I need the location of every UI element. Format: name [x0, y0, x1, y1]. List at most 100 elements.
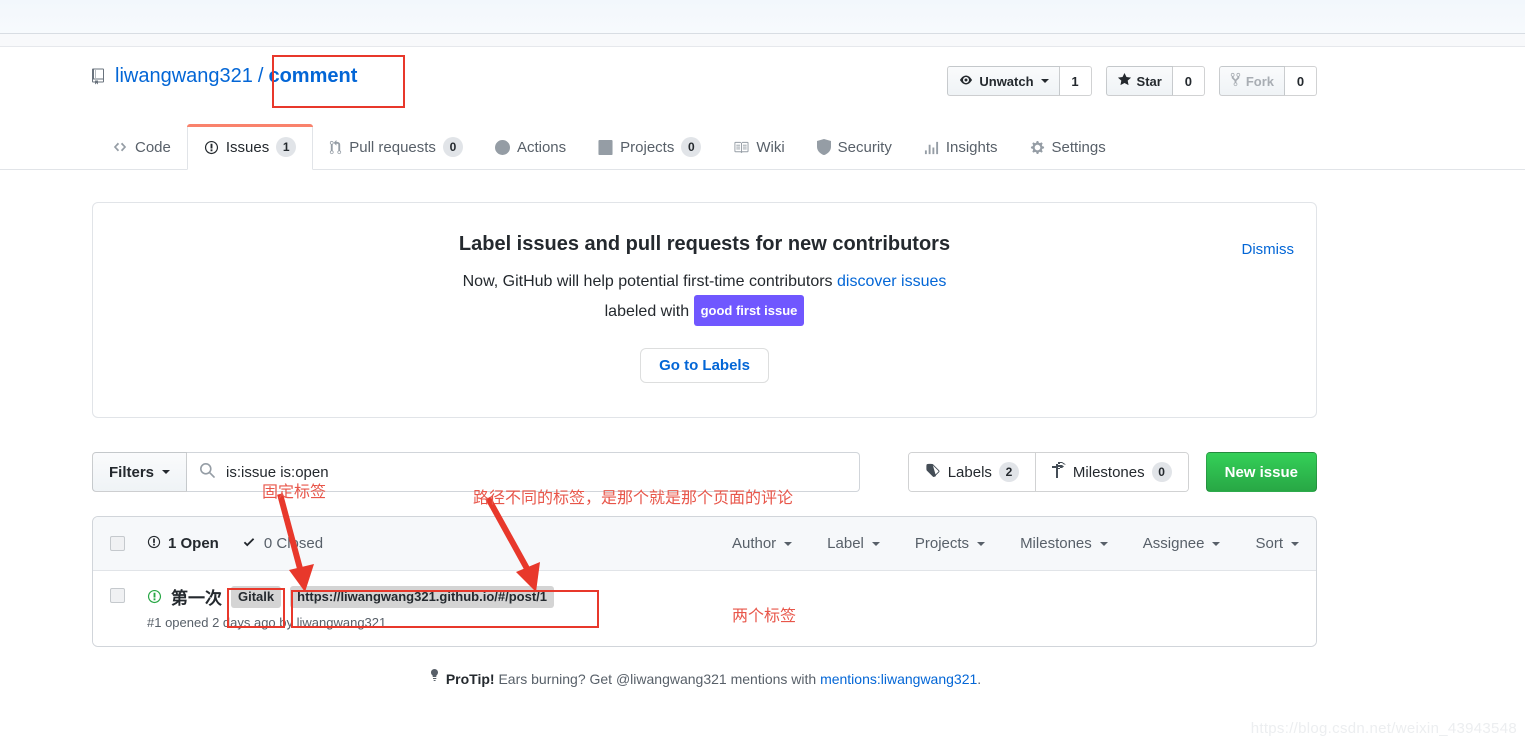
discover-issues-link[interactable]: discover issues — [837, 273, 946, 290]
search-field-wrapper — [187, 452, 860, 492]
label-dropdown[interactable]: Label — [827, 535, 880, 552]
tab-actions[interactable]: Actions — [479, 124, 582, 170]
repo-name-link[interactable]: comment — [268, 65, 357, 88]
table-row: 第一次 Gitalk https://liwangwang321.github.… — [93, 571, 1316, 646]
tab-wiki[interactable]: Wiki — [717, 124, 800, 170]
label-dropdown-label: Label — [827, 535, 864, 552]
check-icon — [241, 535, 257, 553]
tab-security[interactable]: Security — [801, 124, 908, 170]
filters-search-group: Filters — [92, 452, 860, 492]
milestones-button[interactable]: Milestones 0 — [1034, 453, 1188, 491]
banner-title: Label issues and pull requests for new c… — [458, 233, 951, 255]
light-bulb-icon — [428, 669, 440, 688]
projects-dropdown[interactable]: Projects — [915, 535, 986, 552]
issues-list-header: 1 Open 0 Closed Author Label Projects Mi… — [93, 517, 1316, 571]
main-container: Dismiss Label issues and pull requests f… — [92, 202, 1317, 688]
unwatch-button[interactable]: Unwatch — [947, 66, 1060, 96]
issue-row-content: 第一次 Gitalk https://liwangwang321.github.… — [147, 584, 1299, 630]
labels-button[interactable]: Labels 2 — [908, 453, 1035, 491]
milestones-count: 0 — [1151, 462, 1172, 482]
assignee-dropdown-label: Assignee — [1142, 535, 1205, 552]
banner-line1-text: Now, GitHub will help potential first-ti… — [462, 273, 837, 290]
issue-title-line: 第一次 Gitalk https://liwangwang321.github.… — [147, 584, 1299, 609]
issue-opened-icon — [204, 140, 219, 155]
watch-count[interactable]: 1 — [1059, 66, 1092, 96]
repo-title: liwangwang321 / comment — [92, 65, 357, 88]
fork-button[interactable]: Fork — [1218, 66, 1285, 96]
filters-dropdown-button[interactable]: Filters — [92, 452, 188, 492]
open-issues-filter[interactable]: 1 Open — [147, 535, 219, 553]
fork-icon — [1230, 72, 1241, 90]
tab-code[interactable]: Code — [96, 124, 187, 170]
issue-label-url[interactable]: https://liwangwang321.github.io/#/post/1 — [290, 585, 555, 608]
labels-milestones-group: Labels 2 Milestones 0 — [907, 452, 1189, 492]
unwatch-label: Unwatch — [979, 73, 1034, 89]
tab-insights-label: Insights — [945, 138, 998, 156]
banner-body: Now, GitHub will help potential first-ti… — [117, 268, 1292, 326]
issues-filter-dropdowns: Author Label Projects Milestones Assigne… — [732, 535, 1299, 552]
browser-top-strip-lower — [0, 34, 1525, 47]
graph-icon — [924, 140, 939, 155]
protip-suffix: . — [977, 670, 982, 687]
star-button-group: Star 0 — [1105, 66, 1205, 96]
issue-opened-icon — [147, 535, 161, 553]
chevron-down-icon — [1212, 541, 1221, 546]
issue-label-gitalk[interactable]: Gitalk — [231, 585, 282, 608]
repo-nav-inner: Code Issues 1 Pull requests 0 Actions Pr… — [96, 124, 1122, 170]
tab-pull-requests-count: 0 — [442, 137, 463, 157]
fork-button-group: Fork 0 — [1218, 66, 1317, 96]
good-first-issue-label[interactable]: good first issue — [693, 295, 805, 326]
issue-meta: #1 opened 2 days ago by liwangwang321 — [147, 615, 387, 630]
protip: ProTip! Ears burning? Get @liwangwang321… — [92, 669, 1317, 688]
play-icon — [494, 139, 510, 155]
repo-owner-link[interactable]: liwangwang321 — [115, 65, 253, 88]
tab-code-label: Code — [135, 138, 171, 156]
tab-wiki-label: Wiki — [756, 138, 785, 156]
tab-pull-requests[interactable]: Pull requests 0 — [313, 124, 479, 170]
tab-projects-count: 0 — [681, 137, 702, 157]
closed-issues-filter[interactable]: 0 Closed — [241, 535, 323, 553]
tab-insights[interactable]: Insights — [908, 124, 1014, 170]
watch-button-group: Unwatch 1 — [947, 66, 1092, 96]
select-all-checkbox[interactable] — [110, 536, 125, 551]
gear-icon — [1030, 140, 1045, 155]
issues-list: 1 Open 0 Closed Author Label Projects Mi… — [92, 516, 1317, 647]
tab-issues-count: 1 — [276, 137, 297, 157]
star-button[interactable]: Star — [1105, 66, 1173, 96]
assignee-dropdown[interactable]: Assignee — [1143, 535, 1221, 552]
github-issues-page: liwangwang321 / comment Unwatch 1 Star 0… — [0, 0, 1525, 745]
new-issue-button[interactable]: New issue — [1205, 452, 1317, 492]
chevron-down-icon — [162, 470, 171, 474]
tab-settings[interactable]: Settings — [1014, 124, 1122, 170]
dismiss-link[interactable]: Dismiss — [1242, 241, 1295, 258]
eye-icon — [958, 74, 974, 89]
sort-dropdown-label: Sort — [1255, 535, 1283, 552]
protip-link[interactable]: mentions:liwangwang321 — [820, 671, 977, 687]
go-to-labels-button[interactable]: Go to Labels — [640, 348, 769, 383]
issues-subnav: Filters Labels 2 — [92, 452, 1317, 496]
author-dropdown[interactable]: Author — [732, 535, 793, 552]
star-label: Star — [1136, 73, 1162, 89]
tab-issues[interactable]: Issues 1 — [186, 124, 314, 170]
issue-row-checkbox[interactable] — [110, 588, 125, 603]
repo-actions: Unwatch 1 Star 0 Fork 0 — [947, 66, 1317, 96]
search-input[interactable] — [224, 462, 847, 482]
closed-issues-label: 0 Closed — [263, 535, 324, 552]
protip-text: Ears burning? Get @liwangwang321 mention… — [494, 670, 821, 687]
fork-count[interactable]: 0 — [1285, 66, 1317, 96]
open-issues-label: 1 Open — [168, 535, 219, 552]
milestones-dropdown[interactable]: Milestones — [1020, 535, 1108, 552]
book-icon — [733, 140, 749, 155]
tab-projects[interactable]: Projects 0 — [582, 124, 717, 170]
search-icon — [199, 462, 215, 483]
tab-projects-label: Projects — [620, 138, 675, 156]
star-count[interactable]: 0 — [1172, 66, 1205, 96]
sort-dropdown[interactable]: Sort — [1255, 535, 1299, 552]
repo-icon — [92, 68, 108, 85]
chevron-down-icon — [1040, 79, 1049, 83]
tab-actions-label: Actions — [516, 138, 567, 156]
issue-title-link[interactable]: 第一次 — [171, 584, 222, 609]
chevron-down-icon — [1099, 541, 1108, 546]
browser-top-strip — [0, 0, 1525, 34]
git-pull-request-icon — [329, 139, 342, 155]
